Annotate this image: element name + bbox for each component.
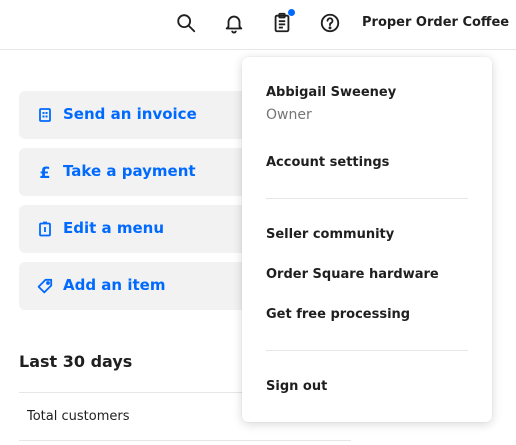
pound-icon: £ [39, 162, 51, 182]
top-bar: Proper Order Coffee [0, 0, 516, 50]
send-invoice-button[interactable]: Send an invoice [19, 91, 259, 139]
user-name: Abbigail Sweeney [266, 85, 397, 100]
notification-dot [288, 9, 295, 16]
user-role: Owner [266, 107, 312, 123]
total-customers-label: Total customers [27, 409, 130, 424]
action-label: Add an item [63, 276, 166, 294]
help-icon[interactable] [318, 11, 342, 35]
action-label: Send an invoice [63, 105, 197, 123]
stats-title: Last 30 days [19, 352, 133, 371]
edit-menu-button[interactable]: Edit a menu [19, 205, 259, 253]
action-label: Edit a menu [63, 219, 165, 237]
clipboard-icon[interactable] [270, 9, 295, 35]
tag-icon [36, 277, 54, 295]
menu-divider [266, 198, 468, 199]
search-icon[interactable] [174, 11, 198, 35]
menu-icon [36, 220, 54, 238]
add-item-button[interactable]: Add an item [19, 262, 259, 310]
free-processing-link[interactable]: Get free processing [266, 307, 410, 322]
sign-out-link[interactable]: Sign out [266, 379, 327, 394]
menu-divider [266, 350, 468, 351]
invoice-icon [36, 106, 54, 124]
action-label: Take a payment [63, 162, 196, 180]
divider [19, 440, 351, 441]
account-dropdown: Abbigail Sweeney Owner Account settings … [242, 57, 492, 422]
seller-community-link[interactable]: Seller community [266, 227, 394, 242]
account-settings-link[interactable]: Account settings [266, 155, 389, 170]
order-hardware-link[interactable]: Order Square hardware [266, 267, 439, 282]
business-name-menu[interactable]: Proper Order Coffee [362, 15, 509, 30]
take-payment-button[interactable]: £ Take a payment [19, 148, 259, 196]
bell-icon[interactable] [222, 11, 246, 35]
